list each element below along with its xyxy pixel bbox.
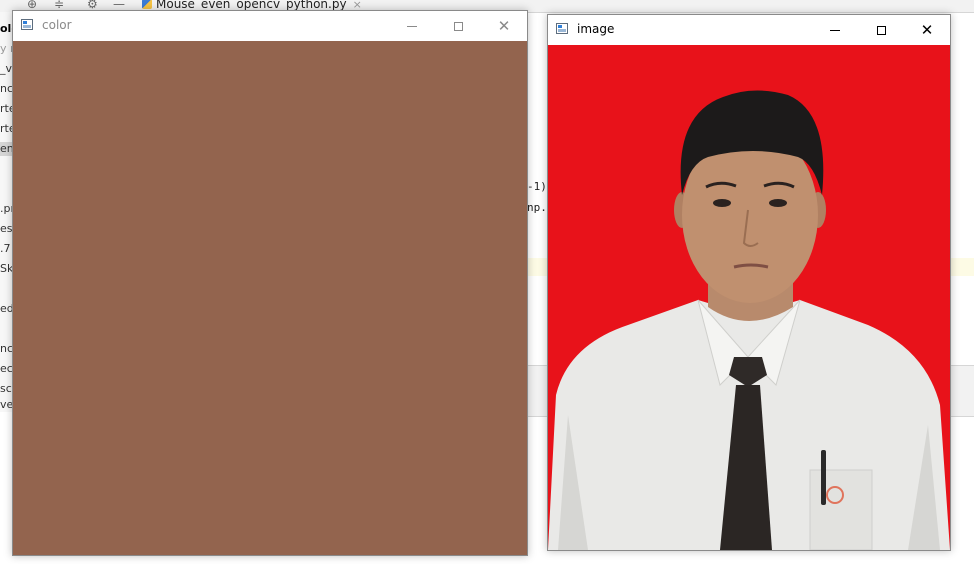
shirt-pocket [809, 469, 873, 550]
project-item[interactable]: ver [0, 398, 12, 412]
project-item[interactable]: es [0, 222, 12, 236]
editor-line-highlight [950, 258, 974, 276]
maximize-button[interactable] [435, 11, 481, 41]
minimize-button[interactable] [812, 15, 858, 45]
project-item-selected[interactable]: en_ [0, 142, 12, 156]
editor-code-fragment: -1) [527, 180, 547, 193]
color-window[interactable]: color ✕ [12, 10, 528, 556]
minimize-button[interactable] [389, 11, 435, 41]
color-window-title: color [42, 18, 72, 32]
close-button[interactable]: ✕ [481, 11, 527, 41]
project-item[interactable]: scr [0, 382, 12, 396]
project-item[interactable]: nc [0, 82, 12, 96]
portrait-illustration [548, 90, 950, 550]
project-item[interactable]: y n [0, 42, 12, 56]
project-item[interactable]: _vi [0, 62, 12, 76]
pen [821, 450, 826, 505]
ide-bottom-panel [527, 365, 548, 417]
portrait-photo[interactable] [548, 45, 950, 550]
project-panel: ole y n _vi nc rte rte en_ .pr es .7 Ske… [0, 12, 12, 412]
maximize-button[interactable] [858, 15, 904, 45]
project-item[interactable]: ec [0, 362, 12, 376]
image-window[interactable]: image ✕ [547, 14, 951, 551]
close-button[interactable]: ✕ [904, 15, 950, 45]
project-item[interactable]: rte [0, 102, 12, 116]
eye-right [769, 199, 787, 207]
color-window-titlebar[interactable]: color ✕ [13, 11, 527, 41]
python-file-icon [142, 0, 152, 9]
project-item[interactable]: .pr [0, 202, 12, 216]
image-window-titlebar[interactable]: image ✕ [548, 15, 950, 45]
eye-left [713, 199, 731, 207]
color-swatch[interactable] [13, 41, 527, 555]
project-item[interactable]: Ske [0, 262, 12, 276]
image-window-title: image [577, 22, 615, 36]
ide-bottom-panel [950, 365, 974, 417]
project-item[interactable]: rte [0, 122, 12, 136]
project-item[interactable]: ed [0, 302, 12, 316]
project-item[interactable]: nc [0, 342, 12, 356]
project-item[interactable]: ole [0, 22, 12, 36]
project-item[interactable]: .7 [0, 242, 11, 256]
window-app-icon [556, 23, 568, 34]
editor-line-highlight [527, 258, 548, 276]
window-app-icon [21, 19, 33, 30]
